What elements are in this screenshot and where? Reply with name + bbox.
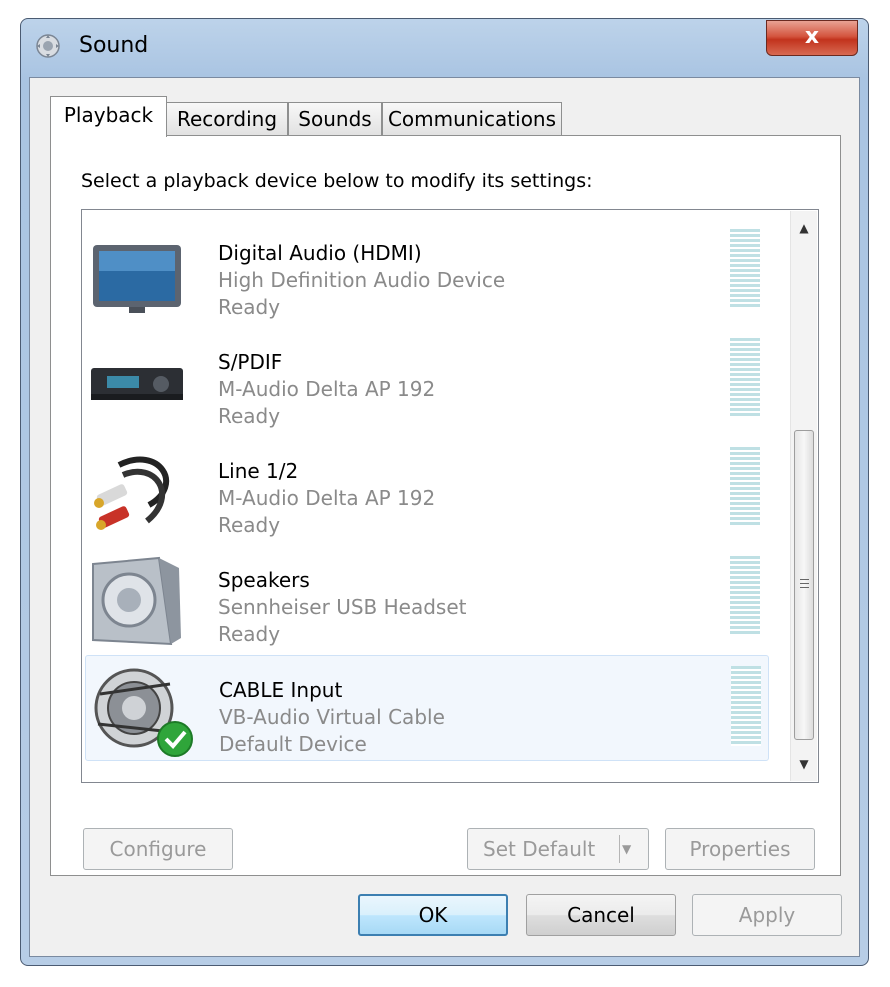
device-status: Ready	[218, 622, 281, 646]
list-item-cable-input[interactable]: CABLE Input VB-Audio Virtual Cable Defau…	[85, 655, 769, 761]
sound-window: Sound x Playback Recording Sounds Commun…	[20, 18, 869, 966]
tab-sounds[interactable]: Sounds	[288, 102, 382, 136]
device-name: Line 1/2	[218, 459, 299, 483]
device-name: Digital Audio (HDMI)	[218, 241, 422, 265]
close-button[interactable]: x	[766, 20, 858, 56]
properties-button[interactable]: Properties	[665, 828, 815, 870]
playback-panel: Select a playback device below to modify…	[50, 135, 841, 876]
speaker-title-icon	[36, 34, 60, 58]
device-description: M-Audio Delta AP 192	[218, 377, 436, 401]
monitor-icon	[93, 245, 181, 313]
device-status: Ready	[218, 295, 281, 319]
device-description: High Definition Audio Device	[218, 268, 506, 292]
tab-playback[interactable]: Playback	[50, 96, 167, 137]
rca-cable-icon	[94, 456, 170, 530]
set-default-button[interactable]: Set Default ▼	[467, 828, 649, 870]
ok-button[interactable]: OK	[358, 894, 508, 936]
list-item-speakers[interactable]: Speakers Sennheiser USB Headset Ready	[85, 546, 769, 652]
volume-meter	[730, 229, 760, 309]
list-item-spdif[interactable]: S/PDIF M-Audio Delta AP 192 Ready	[85, 328, 769, 434]
device-status: Default Device	[219, 732, 367, 756]
speaker-icon	[92, 556, 181, 646]
device-list[interactable]: Digital Audio (HDMI) High Definition Aud…	[81, 209, 819, 783]
device-description: VB-Audio Virtual Cable	[219, 705, 445, 729]
tab-recording[interactable]: Recording	[166, 102, 288, 136]
apply-button[interactable]: Apply	[692, 894, 842, 936]
default-device-check-icon	[157, 721, 193, 757]
device-status: Ready	[218, 513, 281, 537]
list-item-digital-audio-hdmi[interactable]: Digital Audio (HDMI) High Definition Aud…	[85, 219, 769, 325]
volume-meter	[730, 338, 760, 418]
set-default-label: Set Default	[483, 837, 596, 861]
dialog-client-area: Playback Recording Sounds Communications…	[29, 77, 860, 957]
device-description: Sennheiser USB Headset	[218, 595, 467, 619]
device-name: CABLE Input	[219, 678, 343, 702]
volume-meter	[730, 556, 760, 636]
window-title: Sound	[79, 33, 149, 58]
device-description: M-Audio Delta AP 192	[218, 486, 436, 510]
scroll-thumb[interactable]	[794, 430, 814, 740]
instruction-text: Select a playback device below to modify…	[81, 170, 593, 192]
configure-button[interactable]: Configure	[83, 828, 233, 870]
volume-meter	[730, 447, 760, 527]
scroll-up-arrow-icon[interactable]: ▲	[791, 215, 817, 241]
device-name: S/PDIF	[218, 350, 283, 374]
chevron-down-icon[interactable]: ▼	[622, 829, 642, 869]
receiver-icon	[91, 368, 183, 400]
device-status: Ready	[218, 404, 281, 428]
split-separator	[619, 835, 620, 863]
list-item-line-1-2[interactable]: Line 1/2 M-Audio Delta AP 192 Ready	[85, 437, 769, 543]
scroll-grip-icon	[800, 579, 809, 591]
title-bar[interactable]: Sound x	[21, 19, 868, 75]
device-name: Speakers	[218, 568, 310, 592]
volume-meter	[731, 666, 761, 746]
tab-communications[interactable]: Communications	[382, 102, 562, 136]
cancel-button[interactable]: Cancel	[526, 894, 676, 936]
device-list-scrollbar[interactable]: ▲ ▼	[790, 211, 817, 781]
scroll-down-arrow-icon[interactable]: ▼	[791, 751, 817, 777]
